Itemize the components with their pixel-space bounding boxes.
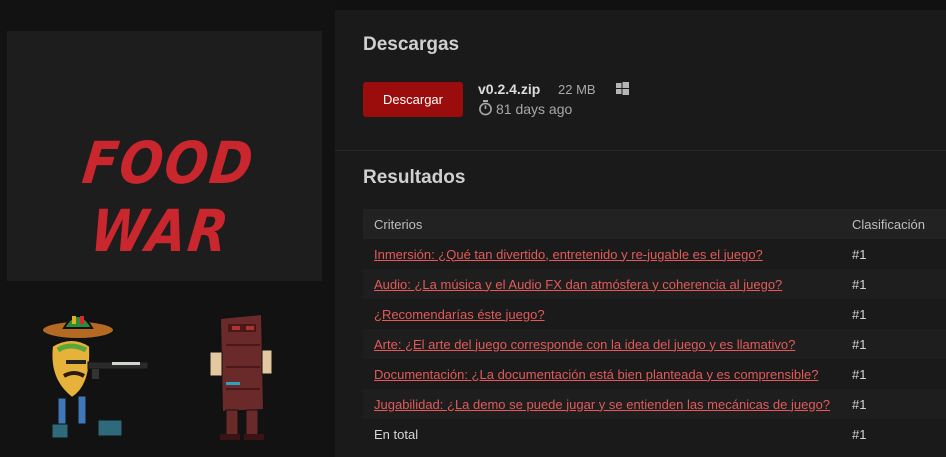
criterion-link[interactable]: Jugabilidad: ¿La demo se puede jugar y s…: [374, 397, 830, 412]
rank-value: #1: [852, 306, 867, 322]
results-table: Criterios Clasificación Inmersión: ¿Qué …: [363, 209, 946, 449]
criterion-link[interactable]: ¿Recomendarías éste juego?: [374, 307, 545, 322]
table-row-total: En total #1: [363, 419, 946, 449]
criterion-link[interactable]: Documentación: ¿La documentación está bi…: [374, 367, 818, 382]
total-rank: #1: [852, 426, 867, 442]
column-header-rank: Clasificación: [852, 216, 925, 232]
table-row: Jugabilidad: ¿La demo se puede jugar y s…: [363, 389, 946, 419]
rank-value: #1: [852, 246, 867, 262]
results-heading: Resultados: [363, 167, 466, 188]
criterion-link[interactable]: Inmersión: ¿Qué tan divertido, entreteni…: [374, 247, 763, 262]
cover-title: FOOD WAR: [78, 129, 259, 265]
downloads-heading: Descargas: [363, 34, 460, 55]
section-divider: [335, 150, 946, 151]
table-row: Audio: ¿La música y el Audio FX dan atmó…: [363, 269, 946, 299]
stopwatch-icon: [479, 100, 492, 116]
table-header: Criterios Clasificación: [363, 209, 946, 239]
file-name: v0.2.4.zip: [478, 81, 541, 97]
chocolate-character-sprite: [209, 312, 273, 440]
download-button[interactable]: Descargar: [363, 82, 463, 117]
game-cover-image[interactable]: FOOD WAR: [7, 31, 322, 281]
character-sprites-image[interactable]: [0, 290, 335, 457]
criterion-link[interactable]: Audio: ¿La música y el Audio FX dan atmó…: [374, 277, 782, 292]
windows-icon: [616, 82, 629, 95]
upload-age: 81 days ago: [496, 101, 573, 117]
table-row: Inmersión: ¿Qué tan divertido, entreteni…: [363, 239, 946, 269]
taco-character-sprite: [41, 315, 149, 439]
criterion-link[interactable]: Arte: ¿El arte del juego corresponde con…: [374, 337, 795, 352]
rank-value: #1: [852, 366, 867, 382]
screenshots-column: FOOD WAR: [0, 0, 335, 457]
rank-value: #1: [852, 336, 867, 352]
table-row: Documentación: ¿La documentación está bi…: [363, 359, 946, 389]
file-size: 22 MB: [558, 82, 596, 97]
column-header-criteria: Criterios: [374, 216, 423, 232]
rank-value: #1: [852, 276, 867, 292]
table-row: Arte: ¿El arte del juego corresponde con…: [363, 329, 946, 359]
total-label: En total: [374, 426, 419, 442]
info-column: Descargas Descargar v0.2.4.zip 22 MB 81 …: [335, 10, 946, 457]
top-bar: [335, 0, 946, 10]
rank-value: #1: [852, 396, 867, 412]
table-row: ¿Recomendarías éste juego? #1: [363, 299, 946, 329]
